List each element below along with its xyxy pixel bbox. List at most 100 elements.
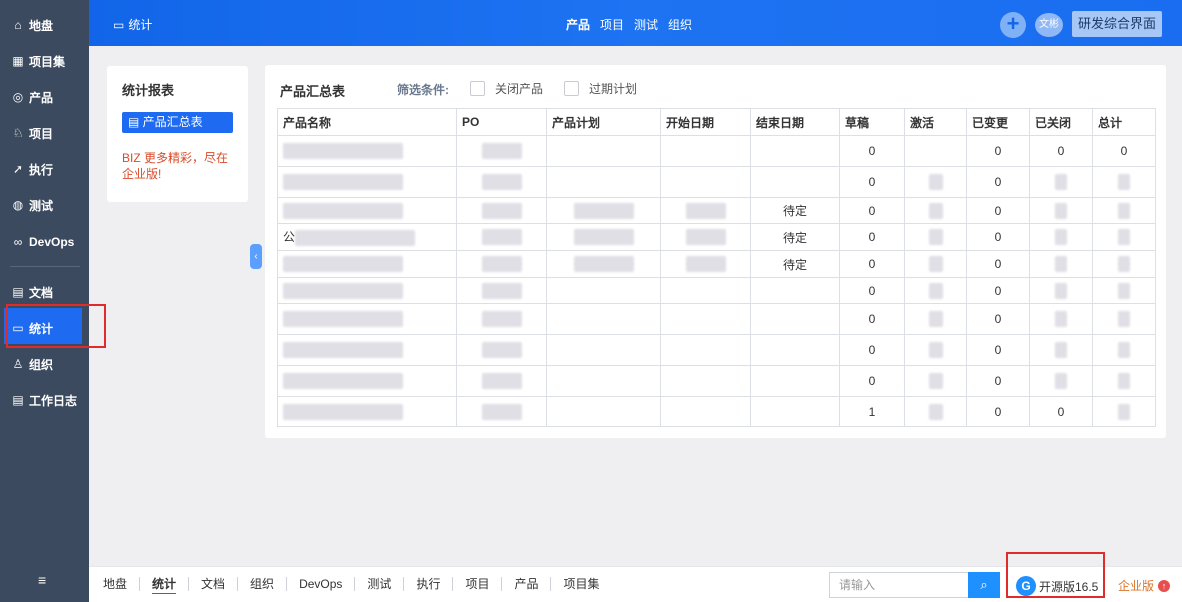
add-button[interactable]: + — [1000, 12, 1026, 38]
table-cell — [1029, 365, 1093, 397]
redacted-content — [1055, 373, 1067, 389]
product-summary-table: 产品名称 PO 产品计划 开始日期 结束日期 草稿 激活 已变更 已关闭 总计 0 0 0 0 0 0 待定 0… — [277, 108, 1156, 427]
sidebar-item-7[interactable]: ▤ 文档 — [10, 283, 100, 301]
redacted-content — [1055, 202, 1067, 219]
closed-product-checkbox[interactable]: 关闭产品 — [470, 80, 543, 97]
sidebar-collapse-icon[interactable]: ≡ — [38, 572, 46, 588]
collapse-panel-button[interactable]: ‹ — [250, 244, 262, 269]
table-cell — [456, 135, 547, 167]
sidebar-item-label: 项目集 — [29, 54, 66, 69]
table-cell — [1029, 250, 1093, 278]
table-cell — [750, 365, 840, 397]
redacted-content — [1055, 256, 1067, 272]
cell-value: 0 — [868, 343, 876, 357]
sidebar-item-4[interactable]: ➚ 执行 — [10, 160, 100, 178]
bottom-nav-item[interactable]: DevOps — [287, 577, 356, 591]
bottom-nav-item[interactable]: 统计 — [140, 577, 190, 591]
table-cell — [1092, 365, 1156, 397]
checkbox-box[interactable] — [470, 81, 485, 96]
cell-value: 0 — [868, 312, 876, 326]
infinity-icon: ∞ — [13, 235, 23, 249]
bottom-nav-item[interactable]: 项目集 — [551, 577, 611, 591]
sidebar-item-1[interactable]: ▦ 项目集 — [10, 52, 100, 70]
table-cell: 0 — [966, 277, 1030, 304]
upgrade-icon: ↑ — [1158, 579, 1171, 592]
table-cell — [546, 303, 661, 335]
redacted-content — [295, 229, 416, 246]
redacted-content — [685, 256, 726, 272]
redacted-content — [1118, 229, 1130, 245]
cell-value: 0 — [994, 203, 1002, 218]
table-cell: 0 — [839, 334, 905, 366]
checkbox-box[interactable] — [564, 81, 579, 96]
bottom-nav-item[interactable]: 文档 — [189, 577, 239, 591]
redacted-content — [481, 403, 522, 420]
table-cell — [1029, 166, 1093, 198]
cell-value: 0 — [1057, 404, 1065, 419]
bottom-nav-item[interactable]: 组织 — [238, 577, 288, 591]
product-summary-link[interactable]: ▤ 产品汇总表 — [122, 112, 233, 133]
table-cell — [660, 135, 751, 167]
sidebar-item-0[interactable]: ⌂ 地盘 — [10, 16, 100, 34]
redacted-content — [481, 311, 522, 327]
table-row: 00 — [277, 277, 1156, 304]
report-list-panel: 统计报表 ▤ 产品汇总表 BIZ 更多精彩，尽在企业版! — [107, 66, 248, 202]
cell-value: 0 — [994, 283, 1002, 298]
sidebar-item-5[interactable]: ◍ 测试 — [10, 196, 100, 214]
redacted-content — [283, 373, 403, 389]
redacted-content — [1055, 174, 1067, 190]
redacted-content — [928, 202, 943, 219]
redacted-content — [1055, 342, 1067, 358]
table-row: 00 — [277, 166, 1156, 198]
enterprise-upgrade-link[interactable]: 企业版 ↑ — [1118, 577, 1171, 594]
column-header: 已关闭 — [1029, 108, 1093, 136]
bottom-nav-item[interactable]: 测试 — [355, 577, 405, 591]
table-cell — [546, 166, 661, 198]
top-nav-item[interactable]: 组织 — [668, 16, 692, 33]
table-row: 00 — [277, 334, 1156, 366]
column-header: 激活 — [904, 108, 967, 136]
table-cell — [660, 277, 751, 304]
table-cell — [1092, 197, 1156, 224]
table-cell — [660, 197, 751, 224]
table-row: 00 — [277, 365, 1156, 397]
redacted-content — [481, 174, 522, 190]
table-cell — [904, 365, 967, 397]
table-cell — [904, 223, 967, 251]
search-button[interactable]: ⌕ — [968, 572, 1000, 598]
table-cell — [277, 250, 457, 278]
redacted-content — [1118, 373, 1130, 389]
search-icon: ⌕ — [980, 577, 988, 592]
sidebar-item-9[interactable]: ♙ 组织 — [10, 355, 100, 373]
table-cell — [750, 166, 840, 198]
expired-plan-checkbox[interactable]: 过期计划 — [564, 80, 637, 97]
sidebar-item-10[interactable]: ▤ 工作日志 — [10, 391, 100, 409]
cell-value: 0 — [994, 230, 1002, 244]
biz-tag: BIZ — [122, 151, 141, 165]
top-nav-item[interactable]: 项目 — [600, 16, 624, 33]
search-input[interactable]: 请输入 — [829, 572, 969, 598]
redacted-content — [573, 202, 634, 219]
table-cell — [750, 135, 840, 167]
table-cell — [660, 303, 751, 335]
top-nav-item[interactable]: 测试 — [634, 16, 658, 33]
column-header: 草稿 — [839, 108, 905, 136]
bottom-nav-item[interactable]: 项目 — [453, 577, 503, 591]
test-icon: ◍ — [12, 198, 24, 212]
top-nav-item[interactable]: 产品 — [566, 16, 590, 33]
redacted-content — [1118, 342, 1130, 358]
sidebar-item-2[interactable]: ◎ 产品 — [10, 88, 100, 106]
biz-promo[interactable]: BIZ 更多精彩，尽在企业版! — [122, 150, 240, 182]
bottom-nav-item[interactable]: 执行 — [404, 577, 454, 591]
redacted-content — [283, 311, 403, 327]
sidebar-item-3[interactable]: ♘ 项目 — [10, 124, 100, 142]
rnd-interface-button[interactable]: 研发综合界面 — [1072, 11, 1162, 37]
app-title-text: 统计 — [128, 18, 153, 32]
table-cell — [456, 197, 547, 224]
bottom-nav-item[interactable]: 产品 — [502, 577, 552, 591]
avatar[interactable]: 文彬 — [1035, 13, 1063, 37]
table-cell: 0 — [839, 135, 905, 167]
sidebar-item-6[interactable]: ∞ DevOps — [10, 233, 100, 251]
bottom-nav-item[interactable]: 地盘 — [103, 577, 141, 591]
table-cell — [1092, 277, 1156, 304]
